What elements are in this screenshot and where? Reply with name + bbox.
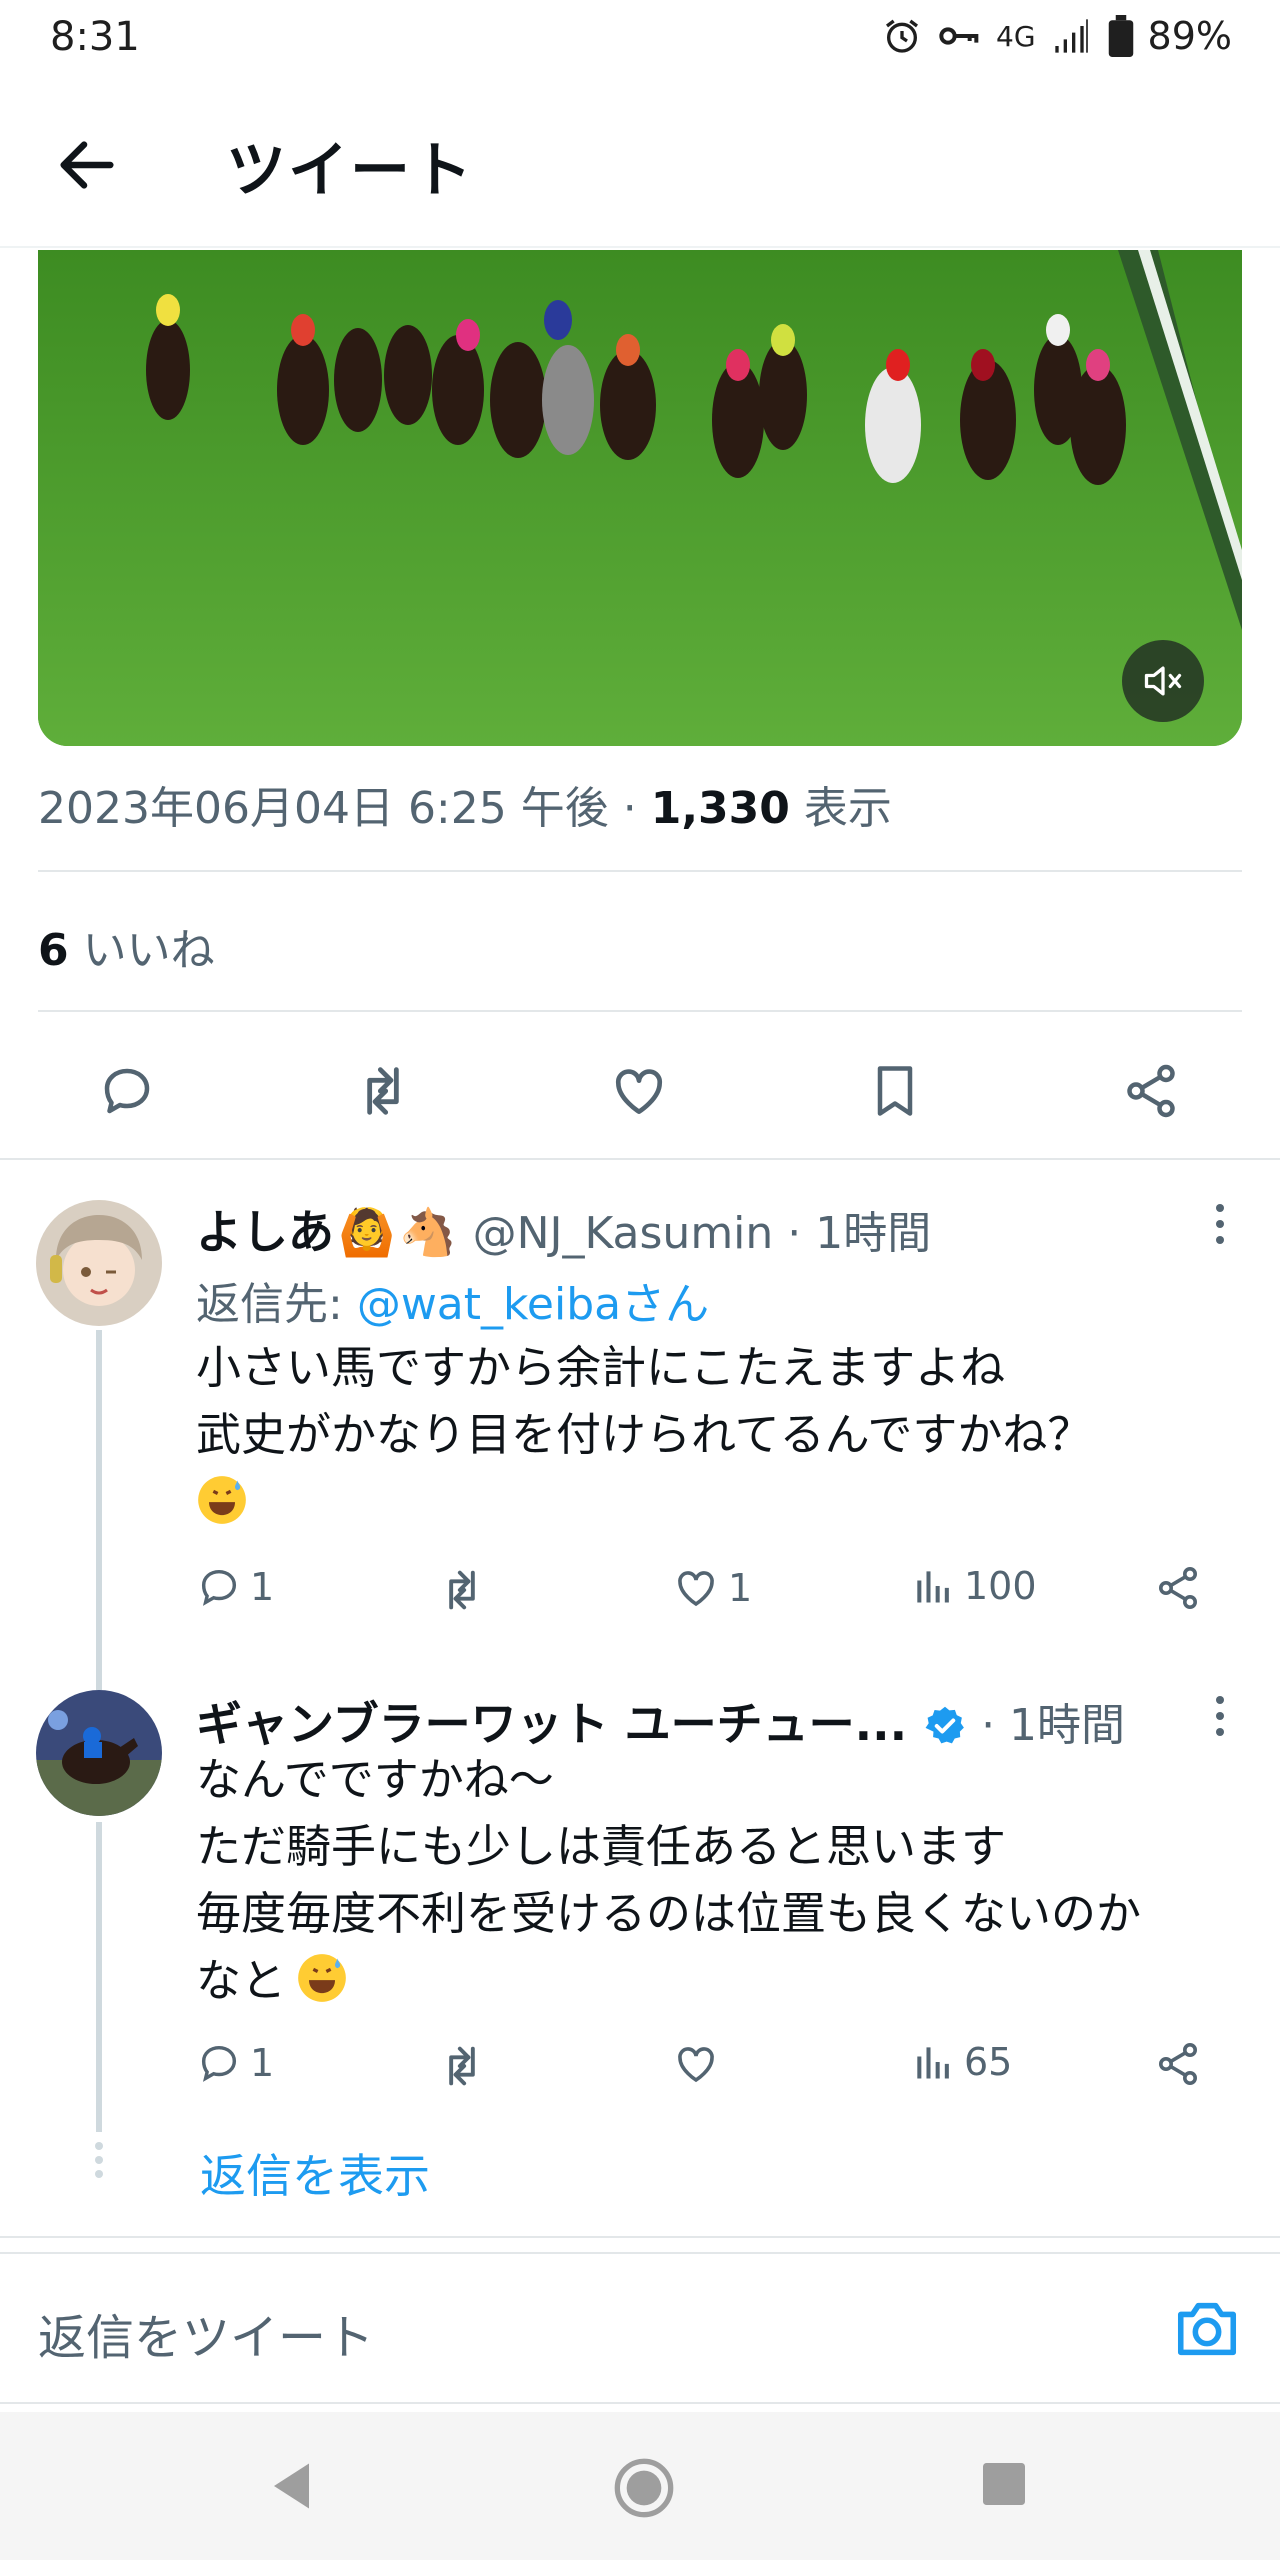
thread-continuation-dots — [95, 2142, 103, 2178]
battery-icon — [1108, 15, 1133, 57]
like-icon — [615, 1069, 663, 1114]
more-icon[interactable] — [1214, 1200, 1226, 1246]
network-type: 4G — [996, 19, 1036, 53]
like-button[interactable] — [604, 1056, 674, 1126]
sweat-smile-emoji — [298, 1954, 346, 2002]
horse-emoji: 🐴 — [399, 1205, 457, 1259]
reply-like-button[interactable]: 1 — [672, 1564, 752, 1612]
top-app-bar: ツイート — [0, 80, 1280, 248]
view-count: 65 — [964, 2040, 1013, 2084]
avatar[interactable] — [36, 1690, 162, 1816]
status-time: 8:31 — [50, 14, 140, 60]
verified-icon — [925, 1706, 964, 1744]
reply-icon — [201, 2045, 237, 2082]
thread-line — [96, 1822, 102, 2132]
avatar[interactable] — [36, 1200, 162, 1326]
tweet-timestamp: 2023年06月04日 6:25 午後 · — [38, 783, 651, 834]
likes-line[interactable]: 6 いいね — [38, 914, 215, 978]
retweet-icon — [449, 1570, 475, 1610]
more-icon[interactable] — [1214, 1692, 1226, 1738]
tweet-video[interactable] — [38, 250, 1242, 746]
replying-to-label: 返信先: — [196, 1279, 357, 1330]
retweet-icon — [367, 1067, 399, 1115]
reply-author[interactable]: よしあ🙆🐴 @NJ_Kasumin · 1時間 — [196, 1196, 931, 1262]
vpn-key-icon — [939, 27, 979, 45]
reply-input[interactable]: 返信をツイート — [38, 2298, 374, 2368]
avatar-image — [36, 1690, 162, 1816]
views-label: 表示 — [789, 783, 892, 834]
bookmark-button[interactable] — [860, 1056, 930, 1126]
divider — [0, 2236, 1280, 2238]
reply-body: なんでですかね〜 ただ騎手にも少しは責任あると思います 毎度毎度不利を受けるのは… — [196, 1753, 1142, 2007]
views-icon — [917, 2047, 949, 2079]
show-replies-link[interactable]: 返信を表示 — [200, 2140, 430, 2206]
replying-to-link[interactable]: @wat_keibaさん — [357, 1279, 709, 1330]
views-count: 1,330 — [650, 783, 790, 834]
reply-reply-button[interactable]: 1 — [196, 2040, 274, 2086]
like-count: 1 — [728, 1566, 753, 1610]
retweet-button[interactable] — [348, 1056, 418, 1126]
battery-level: 89% — [1147, 14, 1232, 58]
share-button[interactable] — [1116, 1056, 1186, 1126]
reply-body: 小さい馬ですから余計にこたえますよね 武史がかなり目を付けられてるんですかね？ — [196, 1341, 1093, 1461]
avatar-image — [36, 1200, 162, 1326]
like-icon — [678, 1571, 714, 1607]
reply-button[interactable] — [92, 1056, 162, 1126]
reply-count: 1 — [250, 2041, 275, 2085]
back-arrow-icon[interactable] — [52, 130, 122, 200]
reply-actions: 1 1 100 — [196, 1564, 1236, 1624]
nav-home-icon[interactable] — [612, 2456, 676, 2520]
bookmark-icon — [877, 1066, 913, 1116]
reply-handle: · 1時間 — [967, 1700, 1126, 1751]
divider — [38, 1010, 1242, 1012]
view-count: 100 — [964, 1564, 1037, 1608]
camera-icon[interactable] — [1172, 2294, 1242, 2364]
person-gesture-emoji: 🙆 — [338, 1205, 396, 1259]
mute-button[interactable] — [1122, 640, 1204, 722]
reply-share-button[interactable] — [1154, 2040, 1202, 2088]
page-title: ツイート — [226, 136, 474, 206]
likes-count: 6 — [38, 925, 69, 976]
sweat-smile-emoji — [198, 1476, 246, 1524]
replying-to: 返信先: @wat_keibaさん — [196, 1268, 709, 1332]
reply-handle: @NJ_Kasumin · 1時間 — [472, 1208, 932, 1259]
reply-views-button[interactable]: 65 — [912, 2040, 1012, 2084]
likes-label: いいね — [68, 925, 215, 976]
reply-retweet-button[interactable] — [436, 2040, 488, 2092]
share-icon — [1159, 2043, 1197, 2085]
alarm-icon — [886, 19, 919, 53]
retweet-icon — [449, 2046, 475, 2086]
like-icon — [678, 2047, 714, 2083]
divider — [38, 870, 1242, 872]
divider — [0, 1158, 1280, 1160]
nav-recents-icon[interactable] — [976, 2456, 1032, 2512]
share-icon — [1127, 1064, 1175, 1118]
reply-views-button[interactable]: 100 — [912, 1564, 1037, 1608]
thread-line — [96, 1330, 102, 1690]
horse-race-scene — [38, 250, 1242, 746]
nav-back-icon[interactable] — [264, 2456, 324, 2516]
reply-author[interactable]: ギャンブラーワット ユーチュー... · 1時間 — [196, 1688, 1125, 1754]
reply-compose-bar[interactable]: 返信をツイート — [0, 2252, 1280, 2404]
reply-icon — [201, 1569, 237, 1606]
reply-icon — [104, 1068, 150, 1114]
tweet-timestamp-line: 2023年06月04日 6:25 午後 · 1,330 表示 — [38, 772, 892, 836]
reply-author-name: ギャンブラーワット ユーチュー... — [196, 1697, 908, 1751]
reply-count: 1 — [250, 1565, 275, 1609]
views-icon — [917, 1571, 949, 1603]
mute-icon — [1144, 666, 1182, 696]
reply-author-name: よしあ — [196, 1205, 334, 1259]
reply-reply-button[interactable]: 1 — [196, 1564, 274, 1610]
reply-retweet-button[interactable] — [436, 1564, 488, 1616]
reply-like-button[interactable] — [672, 2040, 728, 2088]
reply-share-button[interactable] — [1154, 1564, 1202, 1612]
system-nav-bar — [0, 2412, 1280, 2560]
share-icon — [1159, 1567, 1197, 1609]
tweet-actions — [0, 1040, 1280, 1170]
status-bar: 8:31 4G 89% — [0, 0, 1280, 80]
signal-icon — [1054, 19, 1088, 53]
reply-actions: 1 65 — [196, 2040, 1236, 2100]
